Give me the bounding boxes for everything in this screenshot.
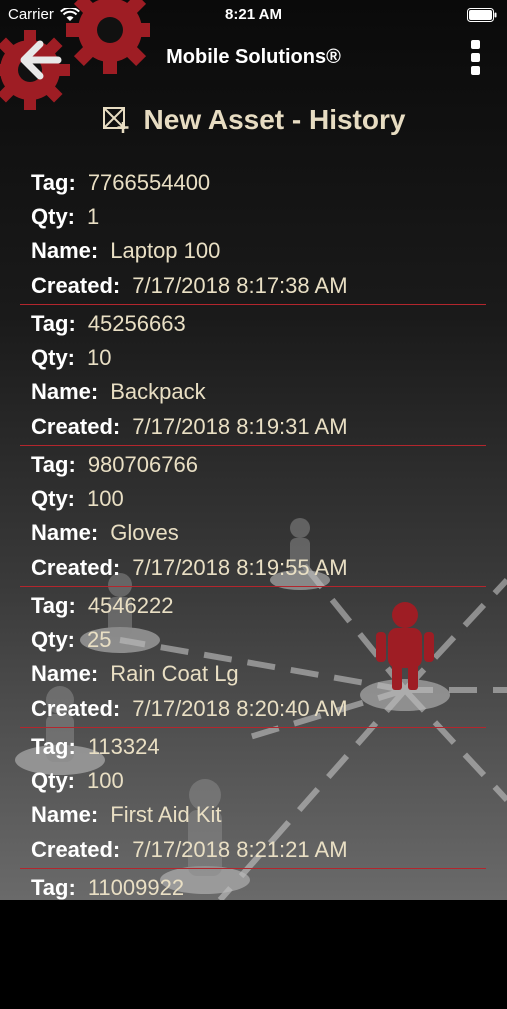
created-value: 7/17/2018 8:20:40 AM — [132, 696, 348, 721]
name-label: Name: — [31, 379, 99, 404]
tag-value: 7766554400 — [87, 170, 211, 195]
navigation-bar: Mobile Solutions® — [0, 0, 507, 110]
created-value: 7/17/2018 8:17:38 AM — [132, 273, 348, 298]
page-title: New Asset - History — [143, 104, 406, 135]
tag-value: 45256663 — [87, 311, 186, 336]
qty-row: Qty: 10 — [31, 341, 111, 375]
history-record[interactable]: Tag: 45256663 Qty: 10 Name: Backpack Cre… — [20, 305, 486, 446]
battery-icon — [467, 8, 497, 22]
created-label: Created: — [31, 273, 121, 298]
tag-value: 4546222 — [87, 593, 174, 618]
created-row: Created: 7/17/2018 8:19:31 AM — [31, 410, 348, 444]
app-title: Mobile Solutions® — [166, 46, 341, 68]
qty-label: Qty: — [31, 345, 75, 370]
history-record[interactable]: Tag: 113324 Qty: 100 Name: First Aid Kit… — [20, 728, 486, 869]
created-row: Created: 7/17/2018 8:21:21 AM — [31, 833, 348, 867]
tag-label: Tag: — [31, 875, 76, 900]
name-label: Name: — [31, 520, 99, 545]
page-header: New Asset - History — [0, 100, 507, 140]
tag-label: Tag: — [31, 734, 76, 759]
qty-label: Qty: — [31, 768, 75, 793]
name-value: Gloves — [110, 520, 179, 545]
qty-value: 1 — [87, 204, 100, 229]
qty-value: 25 — [87, 627, 112, 652]
qty-row: Qty: 1 — [31, 200, 99, 234]
name-value: Rain Coat Lg — [110, 661, 239, 686]
created-value: 7/17/2018 8:19:55 AM — [132, 555, 348, 580]
name-row: Name: Gloves — [31, 516, 179, 550]
created-row: Created: 7/17/2018 8:17:38 AM — [31, 269, 348, 303]
name-value: Backpack — [110, 379, 206, 404]
created-row: Created: 7/17/2018 8:20:40 AM — [31, 692, 348, 726]
qty-label: Qty: — [31, 486, 75, 511]
history-record[interactable]: Tag: 7766554400 Qty: 1 Name: Laptop 100 … — [20, 164, 486, 305]
name-value: First Aid Kit — [110, 802, 222, 827]
tag-row: Tag: 980706766 — [31, 448, 198, 482]
qty-row: Qty: 25 — [31, 623, 111, 657]
tag-value: 113324 — [87, 734, 160, 759]
tag-row: Tag: 45256663 — [31, 307, 186, 341]
name-row: Name: First Aid Kit — [31, 798, 222, 832]
qty-value: 100 — [87, 486, 124, 511]
tag-value: 11009922 — [87, 875, 185, 900]
tag-row: Tag: 4546222 — [31, 589, 173, 623]
created-label: Created: — [31, 555, 121, 580]
qty-row: Qty: 100 — [31, 764, 124, 798]
add-box-icon — [102, 107, 129, 133]
overflow-menu-button[interactable] — [465, 40, 485, 80]
qty-label: Qty: — [31, 204, 75, 229]
created-value: 7/17/2018 8:19:31 AM — [132, 414, 348, 439]
tag-label: Tag: — [31, 452, 76, 477]
qty-row: Qty: 100 — [31, 482, 124, 516]
name-row: Name: Rain Coat Lg — [31, 657, 239, 691]
name-label: Name: — [31, 802, 99, 827]
history-record[interactable]: Tag: 980706766 Qty: 100 Name: Gloves Cre… — [20, 446, 486, 587]
qty-value: 100 — [87, 768, 124, 793]
tag-value: 980706766 — [87, 452, 198, 477]
tag-row: Tag: 113324 — [31, 730, 160, 764]
tag-label: Tag: — [31, 170, 76, 195]
qty-value: 10 — [87, 345, 112, 370]
qty-label: Qty: — [31, 627, 75, 652]
menu-dot-icon — [470, 66, 480, 75]
name-row: Name: Laptop 100 — [31, 234, 220, 268]
created-label: Created: — [31, 414, 121, 439]
menu-dot-icon — [470, 40, 480, 49]
tag-row: Tag: 7766554400 — [31, 166, 210, 200]
name-value: Laptop 100 — [110, 238, 221, 263]
created-label: Created: — [31, 837, 121, 862]
menu-dot-icon — [470, 53, 480, 62]
tag-label: Tag: — [31, 593, 76, 618]
name-row: Name: Backpack — [31, 375, 206, 409]
created-label: Created: — [31, 696, 121, 721]
tag-label: Tag: — [31, 311, 76, 336]
created-row: Created: 7/17/2018 8:19:55 AM — [31, 551, 348, 585]
history-list[interactable]: Tag: 7766554400 Qty: 1 Name: Laptop 100 … — [20, 164, 486, 1009]
history-record[interactable]: Tag: 11009922 — [20, 869, 486, 1009]
history-record[interactable]: Tag: 4546222 Qty: 25 Name: Rain Coat Lg … — [20, 587, 486, 728]
created-value: 7/17/2018 8:21:21 AM — [132, 837, 348, 862]
name-label: Name: — [31, 661, 99, 686]
name-label: Name: — [31, 238, 99, 263]
